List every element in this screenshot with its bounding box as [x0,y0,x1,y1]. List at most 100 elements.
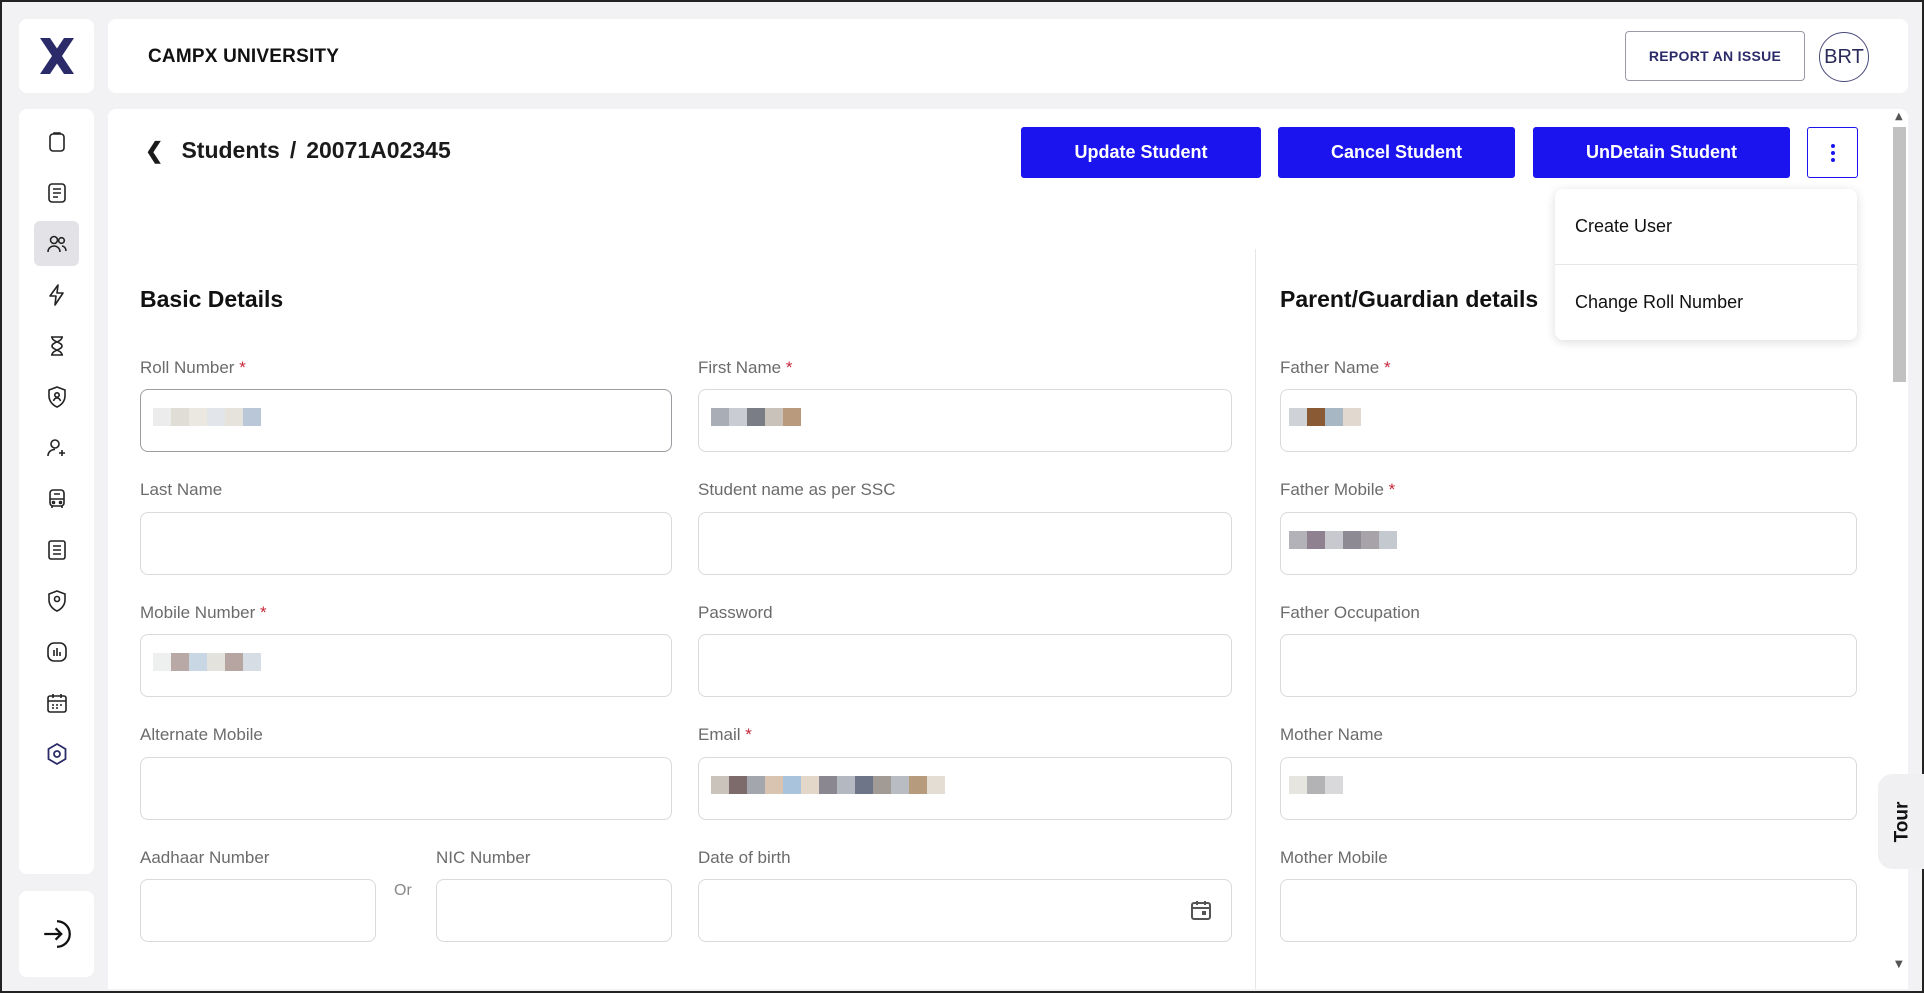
sidebar-item-calendar[interactable] [34,680,79,725]
hourglass-icon [50,335,63,356]
email-label: Email * [698,725,752,744]
kebab-dot [1830,150,1835,155]
ssc-name-label: Student name as per SSC [698,480,896,499]
sidebar-item-reports[interactable] [34,527,79,572]
calendar-picker-icon[interactable] [1189,898,1213,922]
sidebar-item-transport[interactable] [34,476,79,521]
menu-item-change-roll-number[interactable]: Change Roll Number [1555,264,1857,339]
scrollbar-thumb[interactable] [1893,127,1906,382]
users-icon [46,235,67,252]
masked-value [153,653,261,671]
scroll-down-arrow-icon[interactable]: ▼ [1895,959,1903,970]
chart-icon [46,641,67,662]
mother-mobile-label: Mother Mobile [1280,848,1388,867]
or-separator: Or [394,882,412,899]
mother-name-label: Mother Name [1280,725,1383,744]
settings-icon [47,742,66,765]
sidebar-item-activities[interactable] [34,272,79,317]
tour-label: Tour [1891,801,1912,842]
alternate-mobile-input[interactable] [140,757,672,820]
sidebar-item-timer[interactable] [34,323,79,368]
alternate-mobile-label: Alternate Mobile [140,725,263,744]
university-name: CAMPX UNIVERSITY [148,46,340,67]
aadhaar-label: Aadhaar Number [140,848,270,867]
more-options-button[interactable] [1807,127,1858,178]
breadcrumb-section[interactable]: Students [181,137,279,164]
mother-name-input[interactable] [1280,757,1857,820]
masked-value [711,776,945,794]
email-input[interactable] [698,757,1232,820]
masked-value [1289,531,1397,549]
tour-tab[interactable]: Tour [1878,774,1924,869]
dob-label: Date of birth [698,848,791,867]
first-name-input[interactable] [698,389,1232,452]
ssc-name-input[interactable] [698,512,1232,575]
calendar-icon [46,693,67,713]
sidebar [19,109,94,874]
cancel-student-button[interactable]: Cancel Student [1278,127,1515,178]
sidebar-item-documents[interactable] [34,170,79,215]
sidebar-item-location[interactable] [34,578,79,623]
clipboard-icon [48,131,65,152]
main-panel: ❮ Students / 20071A02345 Update Student … [108,109,1908,989]
more-options-menu: Create User Change Roll Number [1555,189,1857,340]
scroll-up-arrow-icon[interactable]: ▲ [1895,111,1903,122]
campx-logo-icon [39,38,74,74]
menu-item-create-user[interactable]: Create User [1555,189,1857,264]
first-name-label: First Name * [698,358,793,377]
kebab-dot [1830,157,1835,162]
last-name-input[interactable] [140,512,672,575]
sidebar-item-analytics[interactable] [34,629,79,674]
top-header: CAMPX UNIVERSITY REPORT AN ISSUE BRT [108,19,1908,93]
shield-pin-icon [47,589,66,612]
kebab-dot [1830,143,1835,148]
last-name-label: Last Name [140,480,223,499]
dob-input[interactable] [698,879,1232,942]
update-student-button[interactable]: Update Student [1021,127,1261,178]
father-occupation-label: Father Occupation [1280,603,1420,622]
aadhaar-input[interactable] [140,879,376,942]
roll-number-label: Roll Number * [140,358,246,377]
mobile-number-input[interactable] [140,634,672,697]
password-input[interactable] [698,634,1232,697]
logout-icon [43,920,71,948]
basic-details-title: Basic Details [140,286,284,312]
masked-value [1289,408,1361,426]
report-icon [47,539,66,560]
sidebar-item-security[interactable] [34,374,79,419]
report-issue-button[interactable]: REPORT AN ISSUE [1625,31,1805,81]
father-occupation-input[interactable] [1280,634,1857,697]
user-add-icon [46,438,65,456]
breadcrumb-separator: / [289,137,297,163]
nic-number-label: NIC Number [436,848,531,867]
sidebar-item-students[interactable] [34,221,79,266]
roll-number-input[interactable] [140,389,672,452]
app-logo[interactable] [19,19,94,93]
logout-button[interactable] [19,891,94,977]
back-chevron-icon[interactable]: ❮ [145,138,163,164]
breadcrumb: ❮ Students / 20071A02345 [145,137,451,164]
masked-value [1289,776,1343,794]
bolt-icon [48,283,64,306]
shield-user-icon [47,385,66,408]
sidebar-item-clipboard[interactable] [34,119,79,164]
nic-number-input[interactable] [436,879,672,942]
undetain-student-button[interactable]: UnDetain Student [1533,127,1790,178]
masked-value [711,408,801,426]
breadcrumb-record: 20071A02345 [306,137,451,163]
password-label: Password [698,603,773,622]
father-name-label: Father Name * [1280,358,1391,377]
father-name-input[interactable] [1280,389,1857,452]
mobile-number-label: Mobile Number * [140,603,267,622]
sidebar-item-user-add[interactable] [34,425,79,470]
father-mobile-input[interactable] [1280,512,1857,575]
avatar[interactable]: BRT [1819,32,1869,82]
parent-details-title: Parent/Guardian details [1280,286,1539,312]
column-divider [1255,249,1256,989]
father-mobile-label: Father Mobile * [1280,480,1396,499]
sidebar-item-settings[interactable] [34,731,79,776]
document-icon [47,182,66,203]
mother-mobile-input[interactable] [1280,879,1857,942]
masked-value [153,408,261,426]
bus-icon [48,488,65,508]
